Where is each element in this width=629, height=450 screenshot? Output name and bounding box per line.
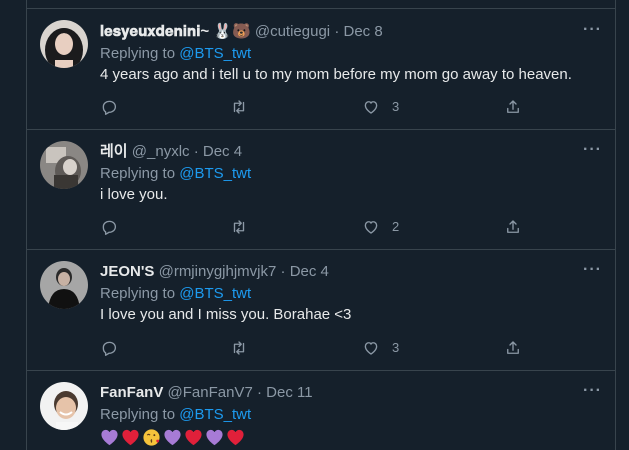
user-handle[interactable]: @FanFanV7: [168, 384, 253, 401]
reply-icon: [102, 100, 117, 115]
retweet-button[interactable]: [230, 97, 248, 117]
tweet-date[interactable]: Dec 11: [266, 384, 312, 401]
like-button[interactable]: 2: [362, 217, 399, 237]
mention-link[interactable]: @BTS_twt: [179, 285, 251, 302]
display-name[interactable]: 레이: [100, 143, 128, 160]
more-options-icon[interactable]: ···: [583, 140, 602, 160]
tweet-text: i love you.: [100, 186, 168, 203]
display-name[interactable]: JEON'S: [100, 263, 154, 280]
like-button[interactable]: 3: [362, 338, 399, 358]
more-options-icon[interactable]: ···: [583, 20, 602, 40]
heart-icon: [364, 101, 378, 114]
share-button[interactable]: [504, 338, 522, 358]
heart-icon: [364, 342, 378, 355]
replying-prefix: Replying to: [100, 285, 176, 302]
avatar[interactable]: [40, 382, 88, 430]
kissing-face-icon: [143, 429, 160, 446]
mention-link[interactable]: @BTS_twt: [179, 165, 251, 182]
purple-heart-icon: [164, 429, 181, 446]
reply-button[interactable]: [100, 217, 118, 237]
tweet-text: 4 years ago and i tell u to my mom befor…: [100, 66, 572, 83]
like-count: 3: [392, 99, 400, 114]
separator-dot: ·: [334, 23, 340, 40]
replying-prefix: Replying to: [100, 406, 176, 423]
tweet-text: I love you and I miss you. Borahae <3: [100, 306, 352, 323]
reply-tweet[interactable]: 레이 @_nyxlc · Dec 4 ··· Replying to @BTS_…: [27, 129, 615, 249]
share-button[interactable]: [504, 217, 522, 237]
share-icon: [507, 341, 519, 354]
like-count: 2: [392, 219, 400, 234]
share-button[interactable]: [504, 97, 522, 117]
mention-link[interactable]: @BTS_twt: [179, 406, 251, 423]
reply-tweet[interactable]: 𝐥𝐞𝐬𝐲𝐞𝐮𝐱𝐝𝐞𝐧𝐢𝐧𝐢~ 🐰🐻 @cutiegugi · Dec 8 ···…: [27, 8, 615, 129]
user-handle[interactable]: @_nyxlc: [132, 143, 190, 160]
tweet-date[interactable]: Dec 4: [203, 143, 242, 160]
tweet-date[interactable]: Dec 8: [343, 23, 382, 40]
replying-prefix: Replying to: [100, 165, 176, 182]
replying-prefix: Replying to: [100, 45, 176, 62]
reply-tweet[interactable]: JEON'S @rmjinygjhjmvjk7 · Dec 4 ··· Repl…: [27, 249, 615, 370]
emoji-text: [100, 428, 245, 448]
action-bar: 3: [100, 97, 530, 117]
user-handle[interactable]: @rmjinygjhjmvjk7: [159, 263, 277, 280]
display-name[interactable]: 𝐥𝐞𝐬𝐲𝐞𝐮𝐱𝐝𝐞𝐧𝐢𝐧𝐢~ 🐰🐻: [100, 23, 251, 40]
more-options-icon[interactable]: ···: [583, 381, 602, 401]
replying-to: Replying to @BTS_twt: [100, 44, 251, 64]
reply-tweet[interactable]: FanFanV @FanFanV7 · Dec 11 ··· Replying …: [27, 370, 615, 450]
action-bar: 2: [100, 217, 530, 237]
retweet-button[interactable]: [230, 217, 248, 237]
share-icon: [507, 220, 519, 233]
like-button[interactable]: 3: [362, 97, 399, 117]
reply-icon: [102, 220, 117, 235]
display-name[interactable]: FanFanV: [100, 384, 163, 401]
heart-icon: [364, 221, 378, 234]
replying-to: Replying to @BTS_twt: [100, 164, 251, 184]
share-icon: [507, 100, 519, 113]
separator-dot: ·: [193, 143, 199, 160]
avatar[interactable]: [40, 261, 88, 309]
more-options-icon[interactable]: ···: [583, 260, 602, 280]
reply-icon: [102, 341, 117, 356]
like-count: 3: [392, 340, 400, 355]
retweet-button[interactable]: [230, 338, 248, 358]
avatar[interactable]: [40, 141, 88, 189]
user-handle[interactable]: @cutiegugi: [255, 23, 330, 40]
replying-to: Replying to @BTS_twt: [100, 405, 251, 425]
tweet-date[interactable]: Dec 4: [290, 263, 329, 280]
replying-to: Replying to @BTS_twt: [100, 284, 251, 304]
reply-button[interactable]: [100, 338, 118, 358]
purple-heart-icon: [101, 429, 118, 446]
separator-dot: ·: [256, 384, 262, 401]
retweet-icon: [233, 100, 245, 114]
reply-button[interactable]: [100, 97, 118, 117]
action-bar: 3: [100, 338, 530, 358]
purple-heart-icon: [206, 429, 223, 446]
mention-link[interactable]: @BTS_twt: [179, 45, 251, 62]
red-heart-icon: [185, 429, 202, 446]
avatar[interactable]: [40, 20, 88, 68]
retweet-icon: [233, 341, 245, 355]
red-heart-icon: [122, 429, 139, 446]
red-heart-icon: [227, 429, 244, 446]
separator-dot: ·: [280, 263, 286, 280]
retweet-icon: [233, 220, 245, 234]
replies-timeline: 𝐥𝐞𝐬𝐲𝐞𝐮𝐱𝐝𝐞𝐧𝐢𝐧𝐢~ 🐰🐻 @cutiegugi · Dec 8 ···…: [26, 0, 616, 450]
